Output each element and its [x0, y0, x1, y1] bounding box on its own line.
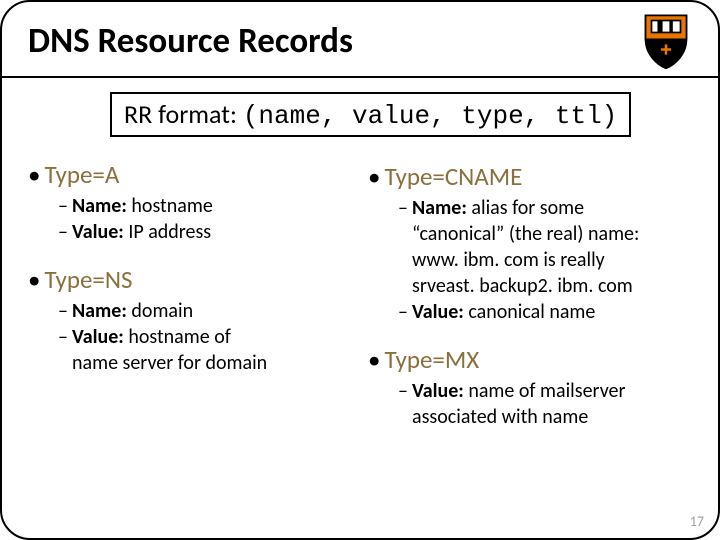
type-mx-value-2: associated with name: [412, 405, 692, 429]
slide-frame: DNS Resource Records RR format: (name, v…: [0, 0, 720, 540]
page-number: 17: [690, 513, 704, 530]
rr-format-box: RR format: (name, value, type, ttl): [110, 92, 631, 137]
type-cname-name-3: www. ibm. com is really: [412, 248, 692, 272]
title-row: DNS Resource Records: [2, 12, 718, 78]
left-column: •Type=A –Name: hostname –Value: IP addre…: [28, 155, 360, 431]
columns: •Type=A –Name: hostname –Value: IP addre…: [28, 155, 692, 431]
type-ns-value-1: –Value: hostname of: [58, 325, 352, 349]
type-mx-heading: •Type=MX: [368, 344, 692, 375]
type-cname-heading: •Type=CNAME: [368, 161, 692, 192]
type-a-name: –Name: hostname: [58, 194, 352, 218]
type-a-heading: •Type=A: [28, 159, 352, 190]
rr-format-value: (name, value, type, ttl): [243, 101, 617, 131]
type-cname-value: –Value: canonical name: [398, 300, 692, 324]
princeton-shield-icon: [640, 12, 692, 70]
type-cname-name-2: “canonical” (the real) name:: [412, 222, 692, 246]
type-mx-value-1: –Value: name of mailserver: [398, 379, 692, 403]
rr-format-label: RR format:: [124, 98, 237, 130]
right-column: •Type=CNAME –Name: alias for some “canon…: [360, 155, 692, 431]
type-ns-name: –Name: domain: [58, 299, 352, 323]
slide-title: DNS Resource Records: [28, 20, 640, 62]
type-a-value: –Value: IP address: [58, 220, 352, 244]
type-ns-value-2: name server for domain: [72, 351, 352, 375]
type-cname-name-4: srveast. backup2. ibm. com: [412, 274, 692, 298]
type-cname-name-1: –Name: alias for some: [398, 196, 692, 220]
type-ns-heading: •Type=NS: [28, 264, 352, 295]
